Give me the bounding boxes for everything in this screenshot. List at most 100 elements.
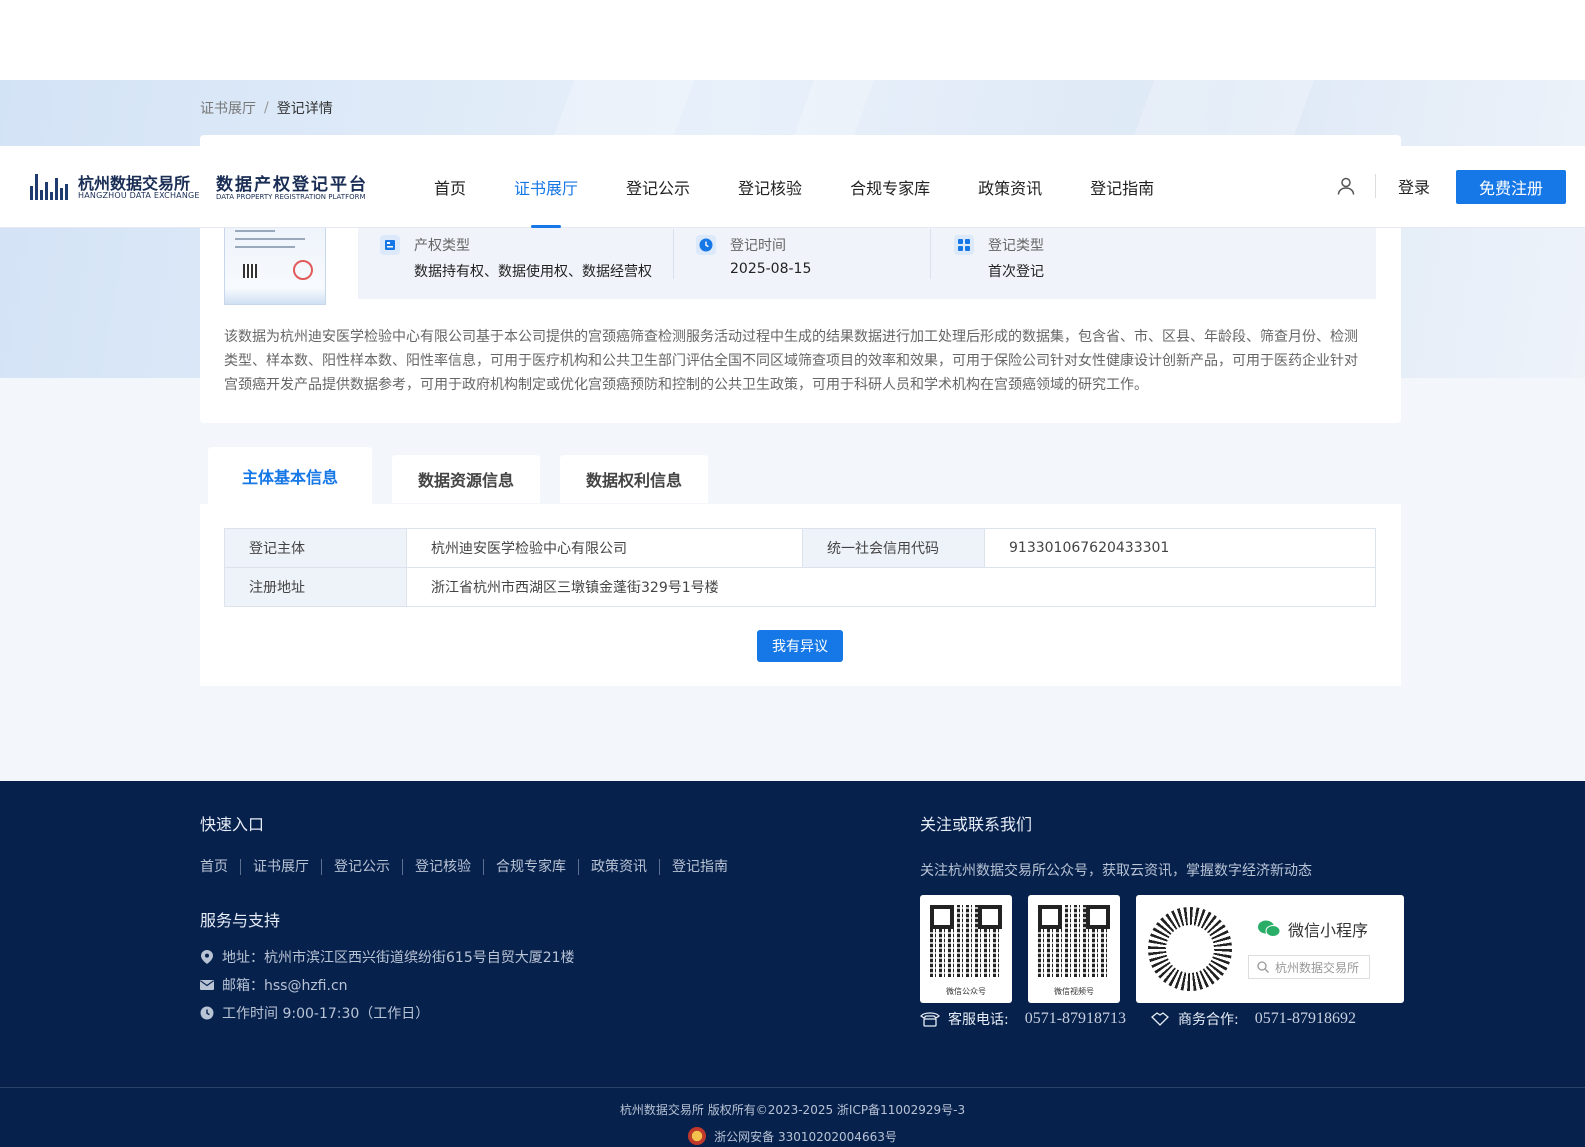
header-divider: [1375, 174, 1376, 198]
breadcrumb-current: 登记详情: [276, 101, 333, 117]
wechat-mini-program-card: 微信小程序 杭州数据交易所: [1136, 895, 1404, 1003]
logo-name-en: HANGZHOU DATA EXCHANGE: [78, 191, 200, 200]
right-type-value: 数据持有权、数据使用权、数据经营权: [414, 264, 652, 280]
qr-caption: 微信视频号: [1054, 987, 1094, 996]
address-value: 浙江省杭州市西湖区三墩镇金蓬街329号1号楼: [406, 567, 1376, 607]
footer-address: 地址：杭州市滨江区西兴街道缤纷街615号自贸大厦21楼: [222, 950, 575, 966]
tab-data-rights-info[interactable]: 数据权利信息: [560, 455, 709, 503]
business-phone-number[interactable]: 0571-87918692: [1255, 1010, 1356, 1028]
mail-icon: [200, 978, 214, 992]
register-button[interactable]: 免费注册: [1456, 170, 1566, 204]
wechat-official-qr: 微信公众号: [920, 895, 1012, 1003]
subject-info-panel: 登记主体 杭州迪安医学检验中心有限公司 统一社会信用代码 91330106762…: [200, 504, 1401, 686]
nav-registration-verify[interactable]: 登记核验: [714, 146, 826, 228]
nav-home[interactable]: 首页: [410, 146, 490, 228]
follow-us-text: 关注杭州数据交易所公众号，获取云资讯，掌握数字经济新动态: [920, 863, 1312, 879]
clock-icon: [696, 235, 716, 255]
qr-code-icon: [1038, 905, 1110, 977]
credit-code-value: 913301067620433301: [984, 528, 1376, 568]
telephone-icon: [920, 1012, 940, 1027]
credit-code-label: 统一社会信用代码: [802, 528, 985, 568]
detail-tabs: 主体基本信息 数据资源信息 数据权利信息: [208, 447, 709, 505]
wechat-video-qr: 微信视频号: [1028, 895, 1120, 1003]
mini-program-code-icon: [1148, 907, 1232, 991]
public-security-record: 浙公网安备 33010202004663号: [0, 1127, 1585, 1145]
footer-link-registration-verify[interactable]: 登记核验: [402, 859, 483, 875]
police-emblem-icon: [688, 1127, 707, 1145]
platform-name-en: DATA PROPERTY REGISTRATION PLATFORM: [216, 193, 366, 201]
address-label: 注册地址: [224, 567, 407, 607]
mini-program-search: 杭州数据交易所: [1248, 955, 1370, 979]
footer-email[interactable]: 邮箱：hss@hzfi.cn: [222, 975, 348, 995]
footer-link-policy-news[interactable]: 政策资讯: [578, 859, 659, 875]
footer-link-registration-notice[interactable]: 登记公示: [321, 859, 402, 875]
main-nav: 首页 证书展厅 登记公示 登记核验 合规专家库 政策资讯 登记指南: [410, 146, 1178, 228]
certificate-thumbnail[interactable]: [224, 225, 326, 305]
footer-quick-links: 首页 证书展厅 登记公示 登记核验 合规专家库 政策资讯 登记指南: [200, 859, 740, 875]
breadcrumb-parent-link[interactable]: 证书展厅: [200, 98, 256, 118]
mini-program-title: 微信小程序: [1258, 917, 1368, 941]
footer-hours: 工作时间 9:00-17:30（工作日）: [222, 1006, 430, 1022]
breadcrumb: 证书展厅 / 登记详情: [200, 98, 333, 118]
login-link[interactable]: 登录: [1398, 174, 1430, 198]
quick-entry-title: 快速入口: [200, 815, 265, 834]
search-icon: [1257, 961, 1269, 973]
footer-link-home[interactable]: 首页: [200, 859, 240, 875]
document-icon: [380, 235, 400, 255]
right-type-label: 产权类型: [414, 238, 470, 254]
address-row: 地址：杭州市滨江区西兴街道缤纷街615号自贸大厦21楼: [200, 947, 575, 967]
site-header: 杭州数据交易所 HANGZHOU DATA EXCHANGE 数据产权登记平台 …: [0, 146, 1585, 228]
wechat-icon: [1258, 920, 1280, 937]
beian-text[interactable]: 浙公网安备 33010202004663号: [714, 1128, 897, 1145]
dataset-description: 该数据为杭州迪安医学检验中心有限公司基于本公司提供的宫颈癌筛查检测服务活动过程中…: [224, 329, 1358, 393]
footer-link-certificate-hall[interactable]: 证书展厅: [240, 859, 321, 875]
service-support-title: 服务与支持: [200, 911, 281, 930]
platform-name-cn: 数据产权登记平台: [216, 175, 368, 195]
hours-row: 工作时间 9:00-17:30（工作日）: [200, 1003, 429, 1023]
nav-compliance-experts[interactable]: 合规专家库: [826, 146, 954, 228]
service-phone-row: 客服电话: 0571-87918713: [920, 1009, 1126, 1029]
reg-kind-label: 登记类型: [988, 238, 1044, 254]
service-phone-number[interactable]: 0571-87918713: [1025, 1010, 1126, 1028]
entity-label: 登记主体: [224, 528, 407, 568]
user-icon[interactable]: [1336, 176, 1356, 196]
qr-caption: 微信公众号: [946, 987, 986, 996]
copyright-text: 杭州数据交易所 版权所有©2023-2025 浙ICP备11002929号-3: [619, 1103, 966, 1117]
reg-time-label: 登记时间: [730, 238, 786, 254]
nav-certificate-hall[interactable]: 证书展厅: [490, 146, 602, 228]
mini-program-title-text: 微信小程序: [1288, 921, 1369, 940]
entity-value: 杭州迪安医学检验中心有限公司: [406, 528, 803, 568]
footer-link-registration-guide[interactable]: 登记指南: [659, 859, 740, 875]
follow-us-title: 关注或联系我们: [920, 815, 1033, 834]
reg-kind-value: 首次登记: [988, 264, 1044, 280]
footer-link-compliance-experts[interactable]: 合规专家库: [483, 859, 578, 875]
objection-button[interactable]: 我有异议: [757, 630, 843, 662]
nav-registration-notice[interactable]: 登记公示: [602, 146, 714, 228]
certificate-info-strip: 产权类型 数据持有权、数据使用权、数据经营权 登记时间 2025-08-15 登…: [358, 225, 1376, 299]
divider: [930, 229, 931, 279]
top-blank-area: [0, 0, 1585, 80]
service-phone-label: 客服电话:: [948, 1012, 1009, 1028]
grid-icon: [954, 235, 974, 255]
reg-time-value: 2025-08-15: [730, 261, 812, 277]
tab-data-resource-info[interactable]: 数据资源信息: [392, 455, 541, 503]
tab-subject-info[interactable]: 主体基本信息: [208, 447, 373, 505]
qr-code-icon: [930, 905, 1002, 977]
logo-bars-icon: [30, 172, 72, 200]
handshake-icon: [1151, 1012, 1169, 1026]
location-pin-icon: [200, 950, 214, 964]
nav-policy-news[interactable]: 政策资讯: [954, 146, 1066, 228]
table-row: 注册地址 浙江省杭州市西湖区三墩镇金蓬街329号1号楼: [224, 567, 1376, 607]
site-logo[interactable]: 杭州数据交易所 HANGZHOU DATA EXCHANGE 数据产权登记平台 …: [30, 168, 370, 208]
nav-registration-guide[interactable]: 登记指南: [1066, 146, 1178, 228]
business-phone-label: 商务合作:: [1178, 1012, 1239, 1028]
site-footer: 快速入口 首页 证书展厅 登记公示 登记核验 合规专家库 政策资讯 登记指南 服…: [0, 781, 1585, 1147]
email-row: 邮箱：hss@hzfi.cn: [200, 975, 348, 995]
mini-program-search-text: 杭州数据交易所: [1275, 960, 1360, 975]
clock-icon: [200, 1006, 214, 1020]
business-phone-row: 商务合作: 0571-87918692: [1150, 1009, 1356, 1029]
breadcrumb-separator: /: [264, 100, 269, 116]
table-row: 登记主体 杭州迪安医学检验中心有限公司 统一社会信用代码 91330106762…: [224, 528, 1376, 568]
footer-divider: [0, 1087, 1585, 1088]
subject-info-table: 登记主体 杭州迪安医学检验中心有限公司 统一社会信用代码 91330106762…: [224, 528, 1376, 607]
